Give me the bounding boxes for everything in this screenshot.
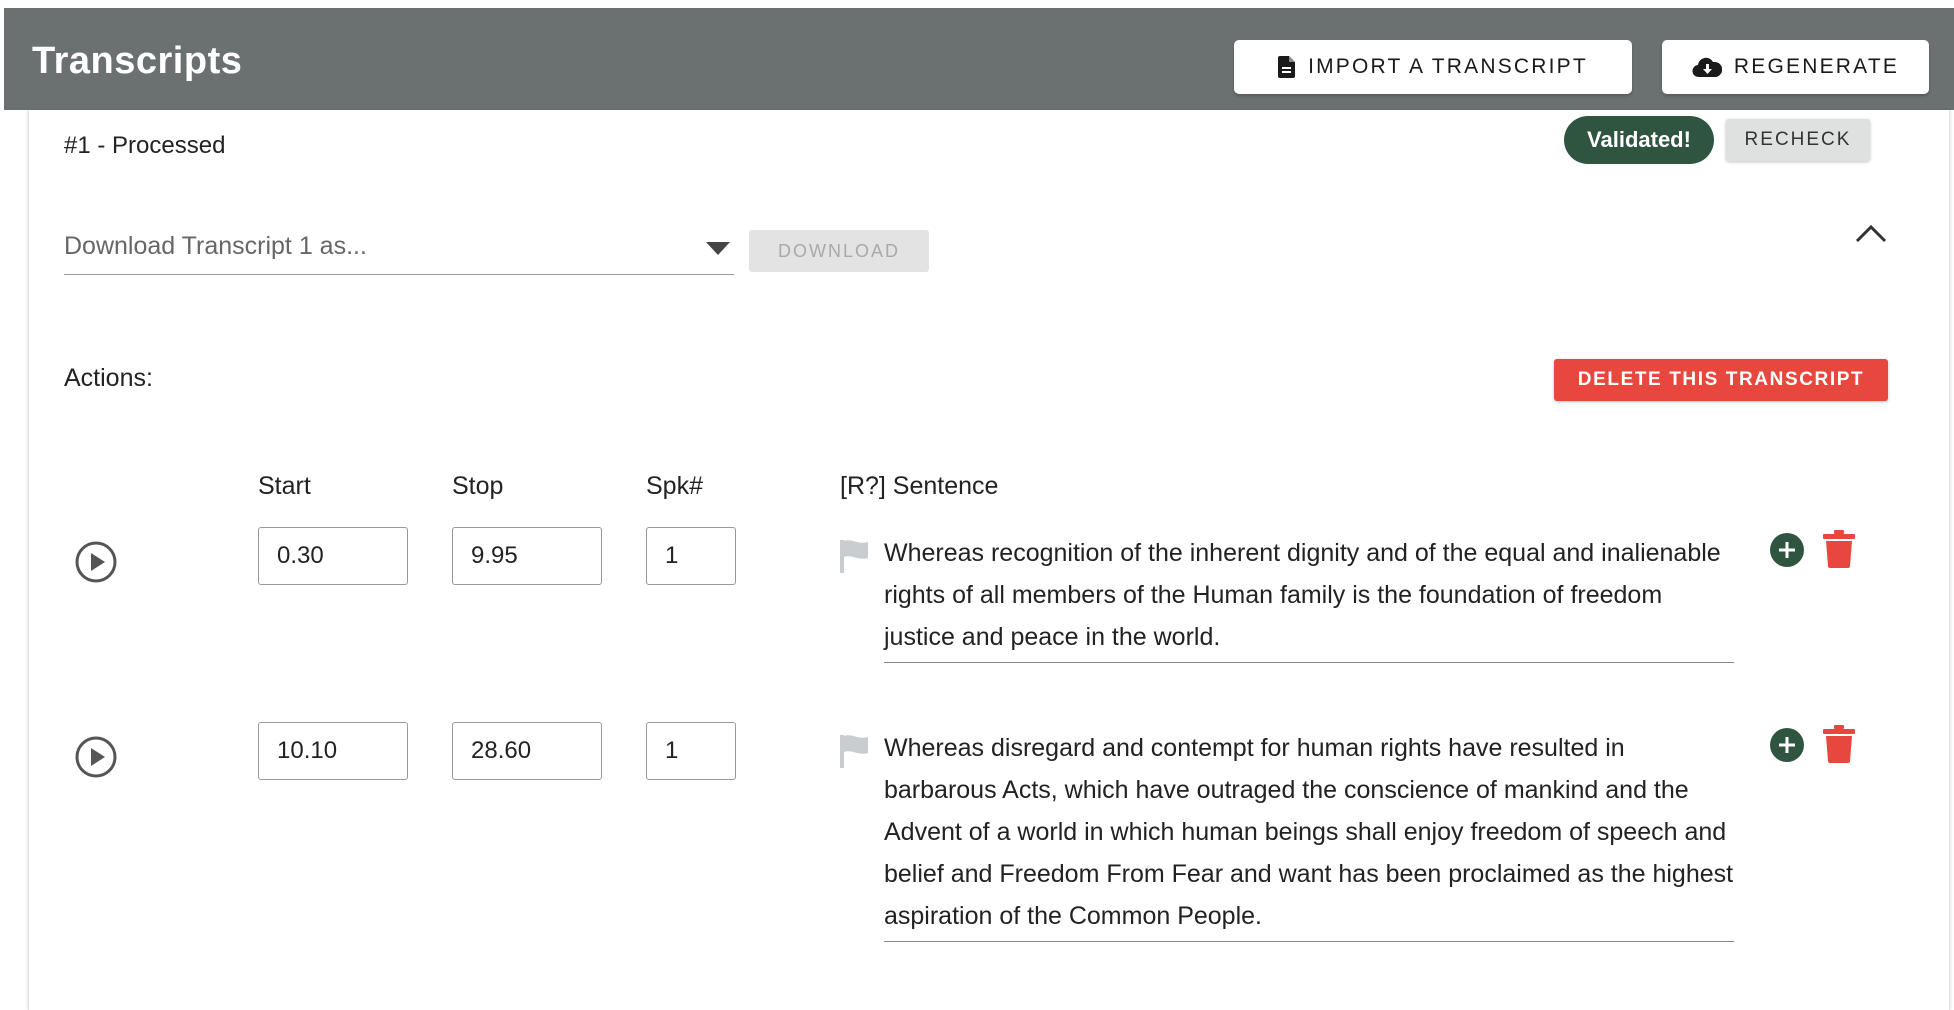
page-title: Transcripts [32,40,243,82]
column-header-speaker: Spk# [646,472,703,500]
download-button[interactable]: DOWNLOAD [749,230,929,272]
recheck-button[interactable]: RECHECK [1726,119,1870,161]
flag-icon[interactable] [838,733,874,769]
validated-badge: Validated! [1564,116,1714,164]
trash-icon[interactable] [1823,725,1855,763]
flag-icon[interactable] [838,538,874,574]
actions-label: Actions: [64,364,153,392]
regenerate-button[interactable]: REGENERATE [1662,40,1929,94]
stop-time-input[interactable] [452,722,602,780]
add-icon[interactable] [1769,727,1805,763]
play-icon[interactable] [74,540,118,584]
speaker-input[interactable] [646,527,736,585]
trash-icon[interactable] [1823,530,1855,568]
add-icon[interactable] [1769,532,1805,568]
column-header-sentence: [R?] Sentence [840,472,999,500]
transcript-heading: #1 - Processed [64,132,226,159]
start-time-input[interactable] [258,527,408,585]
sentence-text[interactable]: Whereas recognition of the inherent dign… [884,532,1734,663]
column-header-start: Start [258,472,311,500]
cloud-download-icon [1692,57,1722,78]
download-format-placeholder: Download Transcript 1 as... [64,232,367,260]
play-icon[interactable] [74,735,118,779]
caret-down-icon [706,242,730,255]
delete-transcript-button[interactable]: DELETE THIS TRANSCRIPT [1554,359,1888,401]
column-header-stop: Stop [452,472,504,500]
stop-time-input[interactable] [452,527,602,585]
chevron-up-icon[interactable] [1854,222,1888,244]
regenerate-label: REGENERATE [1733,55,1900,78]
speaker-input[interactable] [646,722,736,780]
import-transcript-label: IMPORT A TRANSCRIPT [1308,55,1588,78]
download-format-select[interactable]: Download Transcript 1 as... [64,226,734,275]
app-header: Transcripts IMPORT A TRANSCRIPT REGENERA… [4,8,1954,110]
sentence-text[interactable]: Whereas disregard and contempt for human… [884,727,1734,942]
start-time-input[interactable] [258,722,408,780]
import-transcript-button[interactable]: IMPORT A TRANSCRIPT [1234,40,1632,94]
file-icon [1278,56,1296,78]
